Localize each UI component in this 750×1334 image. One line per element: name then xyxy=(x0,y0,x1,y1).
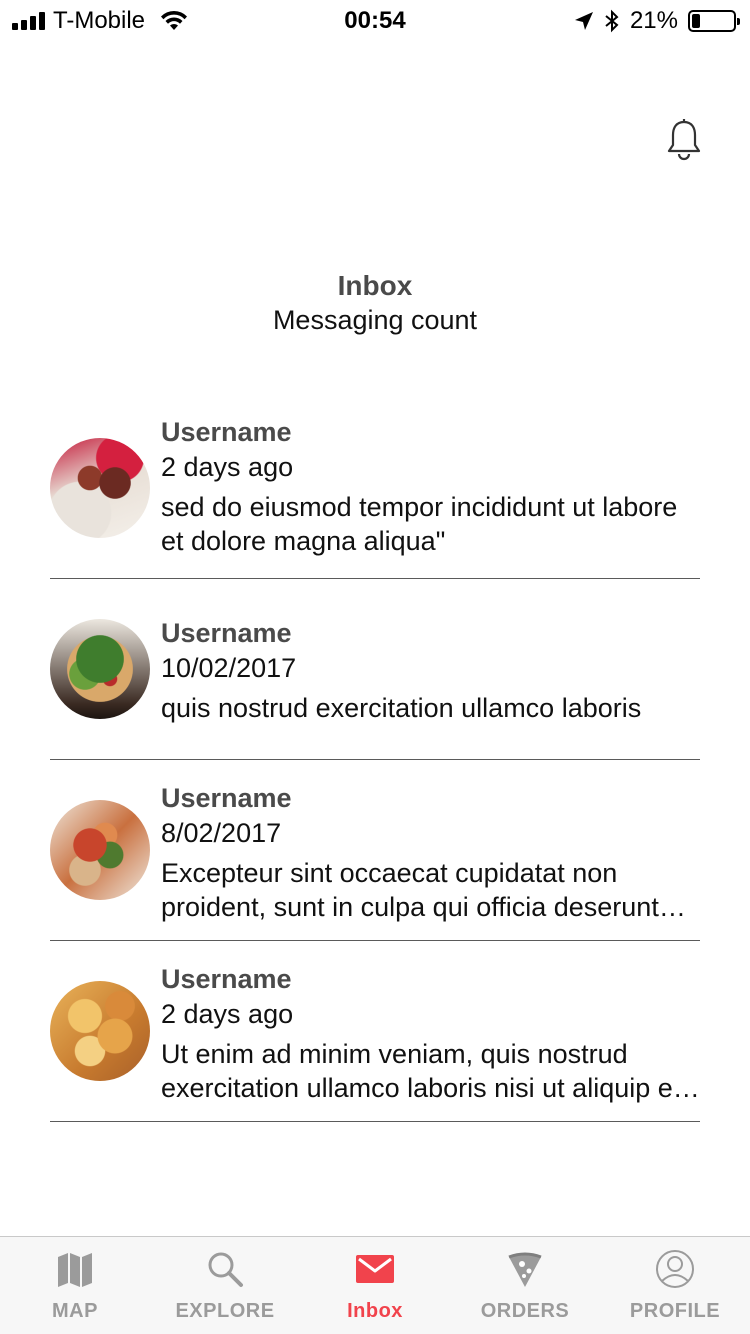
message-item[interactable]: Username 10/02/2017 quis nostrud exercit… xyxy=(50,579,700,760)
map-icon xyxy=(58,1253,92,1287)
message-item[interactable]: Username 8/02/2017 Excepteur sint occaec… xyxy=(50,760,700,941)
message-date: 2 days ago xyxy=(161,452,294,482)
tab-label: Inbox xyxy=(347,1300,403,1322)
message-username: Username xyxy=(161,417,292,447)
message-date: 2 days ago xyxy=(161,999,294,1029)
tab-label: EXPLORE xyxy=(175,1300,275,1322)
message-username: Username xyxy=(161,783,292,813)
tab-profile[interactable]: PROFILE xyxy=(600,1237,750,1334)
tab-orders[interactable]: ORDERS xyxy=(450,1237,600,1334)
avatar xyxy=(50,438,150,538)
message-item[interactable]: Username 2 days ago Ut enim ad minim ven… xyxy=(50,941,700,1122)
message-item[interactable]: Username 2 days ago sed do eiusmod tempo… xyxy=(50,414,700,579)
battery-icon xyxy=(688,10,740,32)
bell-icon[interactable] xyxy=(664,118,704,162)
message-date: 8/02/2017 xyxy=(161,818,282,848)
message-preview: sed do eiusmod tempor incididunt ut labo… xyxy=(161,492,678,556)
page-subtitle: Messaging count xyxy=(272,305,478,335)
message-preview: Excepteur sint occaecat cupidatat non pr… xyxy=(161,858,659,922)
search-icon xyxy=(208,1252,243,1287)
tab-map[interactable]: MAP xyxy=(0,1237,150,1334)
avatar xyxy=(50,981,150,1081)
location-icon xyxy=(574,12,593,30)
battery-percent: 21% xyxy=(629,7,678,34)
envelope-icon xyxy=(356,1255,394,1283)
tab-inbox[interactable]: Inbox xyxy=(300,1237,450,1334)
profile-icon xyxy=(656,1250,694,1288)
tab-label: ORDERS xyxy=(480,1300,570,1322)
message-preview: quis nostrud exercitation ullamco labori… xyxy=(161,693,642,723)
pizza-icon xyxy=(508,1252,542,1287)
message-username: Username xyxy=(161,618,292,648)
page-title: Inbox xyxy=(337,270,413,301)
tab-bar: MAP EXPLORE Inbox ORDERS PROFILE xyxy=(0,1236,750,1334)
avatar xyxy=(50,800,150,900)
tab-explore[interactable]: EXPLORE xyxy=(150,1237,300,1334)
message-username: Username xyxy=(161,964,292,994)
message-list: Username 2 days ago sed do eiusmod tempo… xyxy=(50,414,700,1122)
message-preview: Ut enim ad minim veniam, quis nostrud ex… xyxy=(161,1039,687,1103)
tab-label: MAP xyxy=(52,1300,98,1322)
bluetooth-icon xyxy=(605,9,619,33)
inbox-header: Inbox Messaging count xyxy=(0,268,750,338)
tab-label: PROFILE xyxy=(629,1300,721,1322)
status-bar: T-Mobile 00:54 21% xyxy=(0,0,750,40)
avatar xyxy=(50,619,150,719)
message-date: 10/02/2017 xyxy=(161,653,297,683)
